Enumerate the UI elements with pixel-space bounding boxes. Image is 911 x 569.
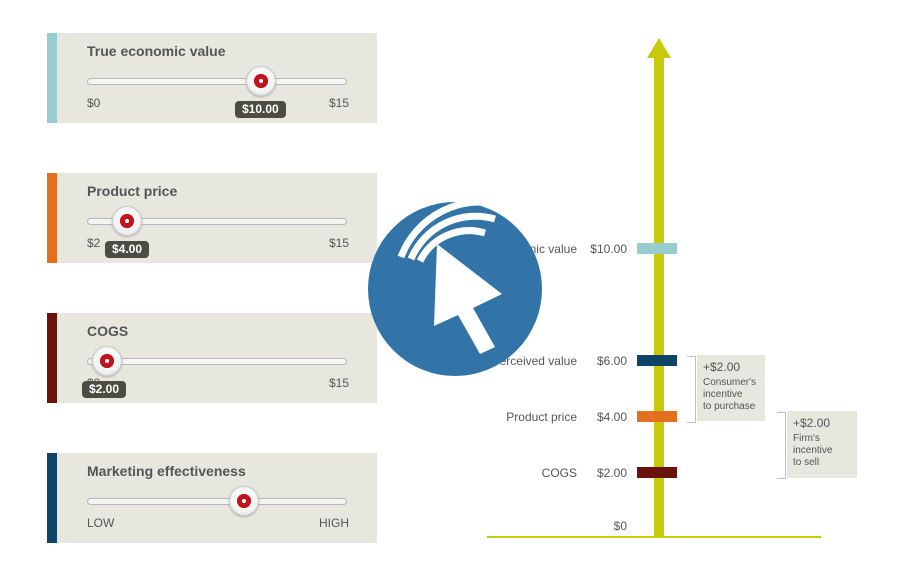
play-cursor-icon[interactable]	[363, 197, 548, 382]
consumer-incentive-text-2: incentive	[703, 389, 743, 400]
chart-value-cogs: $2.00	[596, 466, 627, 480]
firm-incentive-text-3: to sell	[793, 457, 820, 468]
firm-incentive-bracket	[777, 412, 786, 479]
chart-label-cogs: COGS	[541, 466, 577, 480]
marker-true-economic-value	[637, 243, 677, 254]
chart-value-true-economic-value: $10.00	[590, 242, 627, 256]
consumer-incentive-text-3: to purchase	[703, 401, 756, 412]
firm-incentive-note: +$2.00 Firm's incentive to sell	[787, 411, 857, 478]
consumer-incentive-note: +$2.00 Consumer's incentive to purchase	[697, 355, 765, 421]
marker-product-price	[637, 411, 677, 422]
firm-incentive-amount: +$2.00	[793, 416, 831, 430]
marker-cogs	[637, 467, 677, 478]
firm-incentive-text-1: Firm's	[793, 433, 820, 444]
marker-perceived-value	[637, 355, 677, 366]
chart-value-product-price: $4.00	[596, 410, 627, 424]
consumer-incentive-amount: +$2.00	[703, 360, 741, 374]
consumer-incentive-text-1: Consumer's	[703, 377, 757, 388]
axis-arrow-icon	[647, 38, 671, 58]
consumer-incentive-bracket	[687, 356, 696, 423]
chart-axis	[654, 58, 664, 537]
chart-value-perceived-value: $6.00	[596, 354, 627, 368]
firm-incentive-text-2: incentive	[793, 445, 833, 456]
chart-label-product-price: Product price	[506, 410, 577, 424]
chart-zero-label: $0	[613, 519, 627, 533]
